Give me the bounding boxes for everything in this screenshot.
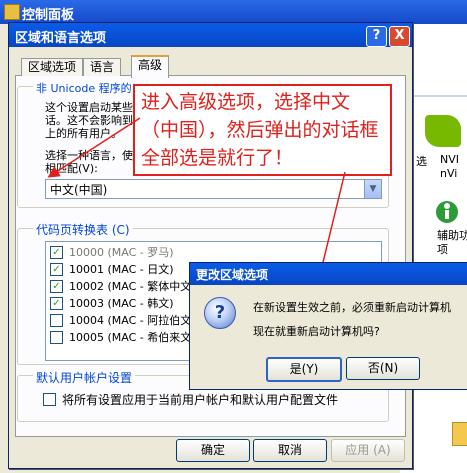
non-unicode-group-title: 非 Unicode 程序的: [33, 80, 135, 96]
folder-icon[interactable]: [452, 422, 467, 446]
cancel-button[interactable]: 取消: [253, 439, 327, 462]
yes-button[interactable]: 是(Y): [266, 357, 342, 382]
change-dialog-title: 更改区域选项: [196, 268, 269, 282]
tab-regional-options[interactable]: 区域选项: [21, 58, 84, 76]
apply-button[interactable]: 应用 (A): [331, 439, 405, 462]
dialog-title-bar[interactable]: 区域和语言选项 ? X: [9, 23, 412, 47]
nvidia-icon[interactable]: [425, 115, 461, 147]
list-item[interactable]: 10005 (MAC - 希伯来文: [50, 329, 191, 346]
nvidia-label: NVI nVi: [440, 153, 459, 180]
tab-advanced[interactable]: 高级: [131, 55, 170, 78]
checkbox[interactable]: [50, 330, 63, 344]
list-item-label: 10001 (MAC - 日文): [69, 263, 174, 276]
list-item[interactable]: ✓ 10003 (MAC - 韩文): [50, 295, 174, 312]
language-select[interactable]: 中文(中国) ▼: [45, 179, 382, 199]
annotation-box: 进入高级选项，选择中文（中国），然后弹出的对话框全部选是就行了！: [133, 84, 392, 176]
list-item-label: 10000 (MAC - 罗马): [69, 246, 174, 259]
folder-icon: [4, 4, 20, 20]
tab-languages[interactable]: 语言: [83, 58, 122, 76]
list-item[interactable]: ✓ 10002 (MAC - 繁体中文: [50, 278, 191, 295]
restart-message: 在新设置生效之前，必须重新启动计算机: [253, 301, 451, 314]
control-panel-title: 控制面板: [22, 8, 75, 23]
checkbox[interactable]: ✓: [50, 279, 63, 293]
language-select-value: 中文(中国): [50, 183, 108, 197]
accessibility-icon[interactable]: [432, 196, 462, 226]
no-button[interactable]: 否(N): [346, 357, 420, 380]
accessibility-label: 辅助功 项: [437, 229, 467, 256]
checkbox-label: 将所有设置应用于当前用户帐户和默认用户配置文件: [62, 393, 339, 407]
list-item[interactable]: 10004 (MAC - 阿拉伯文: [50, 312, 191, 329]
change-region-dialog: 更改区域选项 ? 在新设置生效之前，必须重新启动计算机 现在就重新启动计算机吗?…: [189, 262, 467, 390]
list-item-label: 10002 (MAC - 繁体中文: [69, 280, 192, 293]
checkbox[interactable]: [50, 313, 63, 327]
help-button[interactable]: ?: [366, 26, 387, 47]
ok-button[interactable]: 确定: [176, 439, 250, 462]
dialog-title: 区域和语言选项: [15, 31, 107, 46]
list-item[interactable]: ✓ 10001 (MAC - 日文): [50, 261, 174, 278]
checkbox[interactable]: ✓: [50, 296, 63, 310]
list-item-label: 10004 (MAC - 阿拉伯文: [69, 314, 192, 327]
apply-to-default-checkbox-row[interactable]: 将所有设置应用于当前用户帐户和默认用户配置文件: [43, 391, 338, 408]
default-account-group-title: 默认用户帐户设置: [33, 369, 136, 386]
list-item-label: 10003 (MAC - 韩文): [69, 297, 174, 310]
restart-question: 现在就重新启动计算机吗?: [253, 325, 380, 338]
close-button[interactable]: X: [389, 26, 410, 47]
divider: [410, 95, 467, 97]
list-item-label: 10005 (MAC - 希伯来文: [69, 331, 192, 344]
control-panel-title-bar: 控制面板: [0, 0, 467, 24]
question-icon: ?: [204, 297, 236, 329]
checkbox[interactable]: [43, 393, 56, 406]
list-item[interactable]: ✓ 10000 (MAC - 罗马): [50, 244, 174, 261]
chevron-down-icon[interactable]: ▼: [364, 180, 381, 198]
select-label: 选: [416, 155, 427, 168]
checkbox[interactable]: ✓: [50, 245, 63, 259]
code-page-group-title: 代码页转换表 (C): [33, 221, 133, 238]
checkbox[interactable]: ✓: [50, 262, 63, 276]
annotation-text: 进入高级选项，选择中文（中国），然后弹出的对话框全部选是就行了！: [141, 91, 379, 169]
change-dialog-title-bar[interactable]: 更改区域选项: [190, 263, 467, 285]
